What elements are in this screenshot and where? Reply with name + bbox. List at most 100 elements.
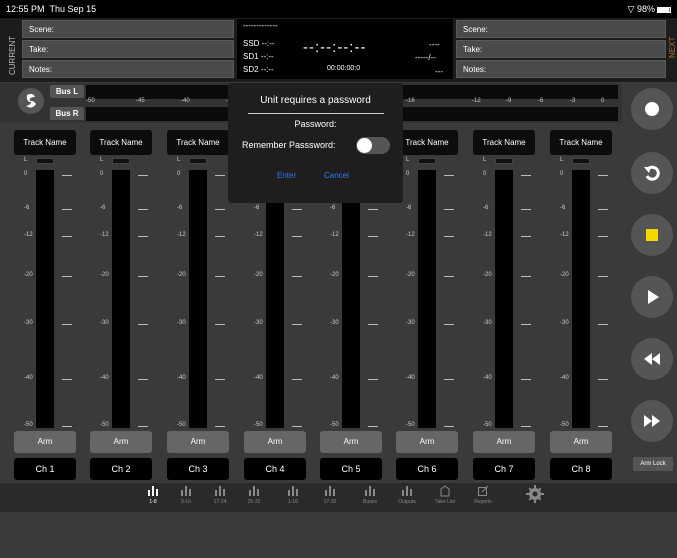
meter-scale-label: 0 bbox=[560, 171, 564, 177]
channel-strip: Track Name L 0 -6 -12 -20 -30 -40 -50 Arm Ch 1 bbox=[10, 128, 80, 480]
meter-tick bbox=[215, 236, 225, 237]
track-name-field[interactable]: Track Name bbox=[14, 130, 76, 155]
meter-scale-label: -40 bbox=[100, 375, 109, 381]
meter-bar bbox=[266, 170, 284, 428]
meter-tick bbox=[368, 209, 378, 210]
take-list-icon bbox=[440, 485, 450, 497]
meter-tick bbox=[598, 276, 608, 277]
meter-tick bbox=[598, 209, 608, 210]
arm-button[interactable]: Arm bbox=[550, 431, 612, 453]
meter-scale-label: -12 bbox=[100, 232, 109, 238]
tab-item[interactable]: 17-24 bbox=[205, 485, 235, 505]
tab-label: Reports bbox=[474, 499, 492, 505]
track-name-field[interactable]: Track Name bbox=[167, 130, 229, 155]
meter-scale-label: -50 bbox=[254, 422, 263, 428]
tab-item[interactable]: Take List bbox=[430, 485, 460, 505]
arm-lock-button[interactable]: Arm Lock bbox=[633, 457, 673, 471]
gear-icon bbox=[526, 485, 544, 503]
meter-tick bbox=[598, 426, 608, 427]
password-dialog: Unit requires a password Password: Remem… bbox=[228, 83, 403, 203]
meter-tick bbox=[138, 379, 148, 380]
meter-tick bbox=[521, 175, 531, 176]
arm-button[interactable]: Arm bbox=[473, 431, 535, 453]
timecode-readout: --:--:--:-- bbox=[303, 39, 367, 56]
right-readout-1: ---- bbox=[429, 40, 440, 49]
tab-item[interactable]: 1-8 bbox=[138, 485, 168, 505]
fader-bank-icon bbox=[325, 486, 335, 496]
tab-item[interactable]: 9-16 bbox=[171, 485, 201, 505]
fast-forward-button[interactable] bbox=[631, 400, 673, 442]
meter-scale-label: -20 bbox=[177, 272, 186, 278]
tab-item[interactable]: 25-32 bbox=[239, 485, 269, 505]
stop-button[interactable] bbox=[631, 214, 673, 256]
track-name-field[interactable]: Track Name bbox=[550, 130, 612, 155]
bus-r-button[interactable]: Bus R bbox=[50, 107, 84, 120]
meter-scale-label: 0 bbox=[177, 171, 181, 177]
arm-button[interactable]: Arm bbox=[14, 431, 76, 453]
tab-label: Take List bbox=[435, 499, 455, 505]
remember-password-toggle[interactable] bbox=[356, 137, 390, 154]
meter-tick bbox=[368, 379, 378, 380]
tab-item[interactable]: 17-32 bbox=[315, 485, 345, 505]
next-take-field[interactable]: Take: bbox=[456, 40, 666, 58]
center-dashes: ------------- bbox=[243, 21, 278, 30]
meter-tick bbox=[368, 324, 378, 325]
timecode-panel: ------------- SSD --:-- SD1 --:-- SD2 --… bbox=[237, 19, 453, 79]
fader-bank-icon bbox=[148, 486, 158, 496]
tab-label: 25-32 bbox=[247, 499, 261, 505]
meter-scale-label: -50 bbox=[560, 422, 569, 428]
wifi-icon: ▽ bbox=[627, 4, 635, 14]
meter-scale-label: -6 bbox=[100, 205, 106, 211]
meter-scale-label: -12 bbox=[177, 232, 186, 238]
channel-strip: Track Name L 0 -6 -12 -20 -30 -40 -50 Arm Ch 2 bbox=[86, 128, 156, 480]
meter-scale-label: 0 bbox=[483, 171, 487, 177]
undo-icon bbox=[644, 165, 660, 181]
meter-bar bbox=[342, 170, 360, 428]
meter-scale-label: -50 bbox=[483, 422, 492, 428]
current-scene-field[interactable]: Scene: bbox=[22, 20, 234, 38]
channel-strip: Track Name L 0 -6 -12 -20 -30 -40 -50 Arm Ch 8 bbox=[546, 128, 616, 480]
sound-devices-logo[interactable] bbox=[18, 88, 44, 114]
status-time: 12:55 PM Thu Sep 15 bbox=[6, 4, 97, 14]
current-take-field[interactable]: Take: bbox=[22, 40, 234, 58]
arm-button[interactable]: Arm bbox=[244, 431, 306, 453]
next-notes-field[interactable]: Notes: bbox=[456, 60, 666, 78]
tab-item[interactable]: Outputs bbox=[392, 485, 422, 505]
meter-tick bbox=[598, 379, 608, 380]
enter-button[interactable]: Enter bbox=[277, 171, 296, 180]
track-name-field[interactable]: Track Name bbox=[396, 130, 458, 155]
undo-button[interactable] bbox=[631, 152, 673, 194]
cancel-button[interactable]: Cancel bbox=[324, 171, 349, 180]
meter-scale-label: -12 bbox=[483, 232, 492, 238]
tab-item[interactable]: Reports bbox=[468, 485, 498, 505]
arm-button[interactable]: Arm bbox=[320, 431, 382, 453]
tab-label: 1-16 bbox=[287, 499, 298, 505]
password-input[interactable] bbox=[248, 113, 384, 114]
arm-button[interactable]: Arm bbox=[396, 431, 458, 453]
reports-icon bbox=[478, 485, 489, 496]
bus-meter-scale-label: -6 bbox=[538, 98, 544, 104]
tab-item[interactable]: Buses bbox=[355, 485, 385, 505]
rewind-button[interactable] bbox=[631, 338, 673, 380]
arm-button[interactable]: Arm bbox=[90, 431, 152, 453]
meter-scale-label: -50 bbox=[330, 422, 339, 428]
track-name-field[interactable]: Track Name bbox=[90, 130, 152, 155]
bus-l-button[interactable]: Bus L bbox=[50, 85, 84, 98]
play-button[interactable] bbox=[631, 276, 673, 318]
meter-tick bbox=[138, 426, 148, 427]
tab-item[interactable]: 1-16 bbox=[278, 485, 308, 505]
current-notes-field[interactable]: Notes: bbox=[22, 60, 234, 78]
meter-scale-label: 0 bbox=[100, 171, 104, 177]
stop-icon bbox=[646, 229, 658, 241]
next-scene-field[interactable]: Scene: bbox=[456, 20, 666, 38]
bus-meter-scale-label: -50 bbox=[86, 98, 95, 104]
track-name-field[interactable]: Track Name bbox=[473, 130, 535, 155]
meter-tick bbox=[521, 209, 531, 210]
meter-scale-label: -20 bbox=[330, 272, 339, 278]
arm-button[interactable]: Arm bbox=[167, 431, 229, 453]
fader-bank-icon bbox=[249, 486, 259, 496]
ssd-readout: SSD --:-- bbox=[243, 39, 275, 48]
record-button[interactable] bbox=[631, 88, 673, 130]
meter-tick bbox=[215, 426, 225, 427]
tab-settings[interactable] bbox=[520, 485, 550, 505]
